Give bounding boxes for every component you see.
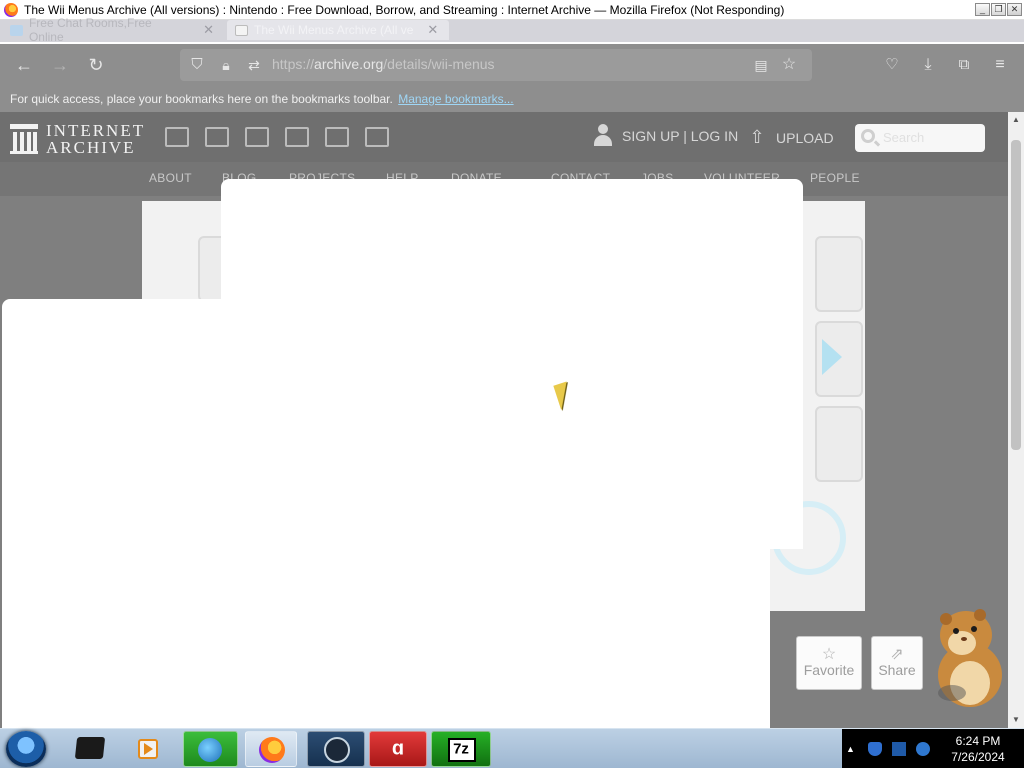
permissions-icon[interactable]: ⇄ bbox=[243, 54, 265, 76]
menu-icon[interactable]: ≡ bbox=[989, 54, 1011, 76]
wii-channel-tile bbox=[815, 236, 863, 312]
search-placeholder: Search bbox=[883, 130, 925, 145]
software-icon[interactable] bbox=[325, 127, 349, 147]
close-tab-icon[interactable]: ✕ bbox=[427, 22, 438, 38]
bluetooth-icon[interactable] bbox=[916, 742, 930, 756]
item-actions: ☆ Favorite ⇗ Share bbox=[796, 636, 923, 690]
unpainted-region bbox=[2, 299, 770, 729]
user-icon bbox=[594, 124, 612, 148]
nav-people[interactable]: PEOPLE bbox=[810, 171, 860, 185]
upload-link[interactable]: ⇧ UPLOAD bbox=[748, 127, 833, 148]
forward-icon[interactable]: → bbox=[49, 54, 71, 76]
video-icon[interactable] bbox=[245, 127, 269, 147]
security-shield-icon[interactable] bbox=[868, 742, 882, 756]
reload-icon[interactable]: ↻ bbox=[85, 54, 107, 76]
close-tab-icon[interactable]: ✕ bbox=[203, 22, 214, 38]
archive-favicon-icon bbox=[235, 24, 248, 36]
bookmarks-hint: For quick access, place your bookmarks h… bbox=[10, 92, 393, 106]
scroll-up-icon[interactable]: ▲ bbox=[1008, 112, 1024, 128]
next-arrow-icon[interactable] bbox=[822, 339, 842, 375]
share-button[interactable]: ⇗ Share bbox=[871, 636, 923, 690]
close-window-button[interactable]: ✕ bbox=[1007, 3, 1022, 16]
console-app-icon[interactable] bbox=[70, 731, 110, 767]
hamster-sticker bbox=[938, 609, 1002, 707]
firefox-icon[interactable] bbox=[245, 731, 297, 767]
url-text[interactable]: https://archive.org/details/wii-menus bbox=[272, 56, 495, 72]
nav-about[interactable]: ABOUT bbox=[149, 171, 192, 185]
avira-icon[interactable]: ɑ bbox=[369, 731, 427, 767]
extensions-icon[interactable]: ⧉ bbox=[953, 54, 975, 76]
ia-search-input[interactable]: Search bbox=[855, 124, 985, 152]
signup-login-link[interactable]: SIGN UP | LOG IN bbox=[594, 124, 738, 148]
steam-icon[interactable] bbox=[307, 731, 365, 767]
ia-header: INTERNET ARCHIVE SIGN UP | LOG IN ⇧ UPLO… bbox=[0, 112, 1008, 162]
tab-strip: Free Chat Rooms,Free Online ✕ The Wii Me… bbox=[0, 16, 1024, 44]
tab-free-chat[interactable]: Free Chat Rooms,Free Online ✕ bbox=[2, 16, 222, 44]
minimize-button[interactable]: _ bbox=[975, 3, 990, 16]
lock-icon[interactable]: 🔒︎ bbox=[215, 54, 237, 76]
upload-icon: ⇧ bbox=[749, 127, 765, 147]
search-icon bbox=[861, 129, 875, 143]
reader-view-icon[interactable]: ▤ bbox=[750, 54, 772, 76]
ia-pillars-icon bbox=[10, 124, 38, 154]
back-icon[interactable]: ← bbox=[13, 54, 35, 76]
scroll-down-icon[interactable]: ▼ bbox=[1008, 712, 1024, 728]
share-icon: ⇗ bbox=[890, 646, 904, 663]
media-player-icon[interactable] bbox=[130, 731, 170, 767]
web-icon[interactable] bbox=[165, 127, 189, 147]
bookmarks-toolbar: For quick access, place your bookmarks h… bbox=[0, 86, 1024, 112]
network-app-icon[interactable] bbox=[183, 731, 238, 767]
window-controls: _ ❐ ✕ bbox=[975, 3, 1022, 16]
shield-icon[interactable]: ⛉ bbox=[186, 54, 208, 76]
show-hidden-icons-icon[interactable]: ▲ bbox=[846, 742, 860, 756]
scrollbar-thumb[interactable] bbox=[1011, 140, 1021, 450]
firefox-icon bbox=[4, 2, 18, 17]
7zip-icon[interactable]: 7z bbox=[431, 731, 491, 767]
texts-icon[interactable] bbox=[205, 127, 229, 147]
ia-logo-text: INTERNET ARCHIVE bbox=[46, 121, 146, 157]
start-button[interactable] bbox=[6, 731, 46, 767]
url-bar[interactable]: ⛉ 🔒︎ ⇄ https://archive.org/details/wii-m… bbox=[180, 49, 812, 81]
screen: The Wii Menus Archive (All versions) : N… bbox=[0, 0, 1024, 768]
nav-toolbar: ← → ↻ ⛉ 🔒︎ ⇄ https://archive.org/details… bbox=[0, 44, 1024, 86]
network-tray-icon[interactable] bbox=[892, 742, 906, 756]
wii-channel-tile bbox=[815, 406, 863, 482]
pocket-icon[interactable]: ♡ bbox=[881, 54, 903, 76]
taskbar: ɑ 7z ▲ 6:24 PM 7/26/2024 bbox=[0, 728, 1024, 768]
images-icon[interactable] bbox=[365, 127, 389, 147]
clock-date: 7/26/2024 bbox=[951, 750, 1005, 764]
favorite-button[interactable]: ☆ Favorite bbox=[796, 636, 862, 690]
audio-icon[interactable] bbox=[285, 127, 309, 147]
downloads-icon[interactable]: ⤓ bbox=[917, 54, 939, 76]
manage-bookmarks-link[interactable]: Manage bookmarks... bbox=[398, 92, 513, 106]
restore-button[interactable]: ❐ bbox=[991, 3, 1006, 16]
page-scrollbar[interactable]: ▲ ▼ bbox=[1008, 112, 1024, 728]
tab-label: The Wii Menus Archive (All ve bbox=[254, 23, 414, 37]
ia-logo[interactable]: INTERNET ARCHIVE bbox=[10, 122, 145, 156]
clock-time: 6:24 PM bbox=[955, 734, 1001, 748]
taskbar-clock[interactable]: 6:24 PM 7/26/2024 bbox=[942, 733, 1014, 765]
tab-wii-menus[interactable]: The Wii Menus Archive (All ve ✕ bbox=[227, 20, 449, 40]
system-tray: ▲ 6:24 PM 7/26/2024 bbox=[842, 729, 1024, 768]
star-icon: ☆ bbox=[821, 646, 837, 663]
bookmark-star-icon[interactable]: ☆ bbox=[778, 54, 800, 76]
tab-label: Free Chat Rooms,Free Online bbox=[28, 16, 152, 44]
window-title: The Wii Menus Archive (All versions) : N… bbox=[24, 2, 785, 17]
envelope-icon bbox=[10, 24, 23, 36]
